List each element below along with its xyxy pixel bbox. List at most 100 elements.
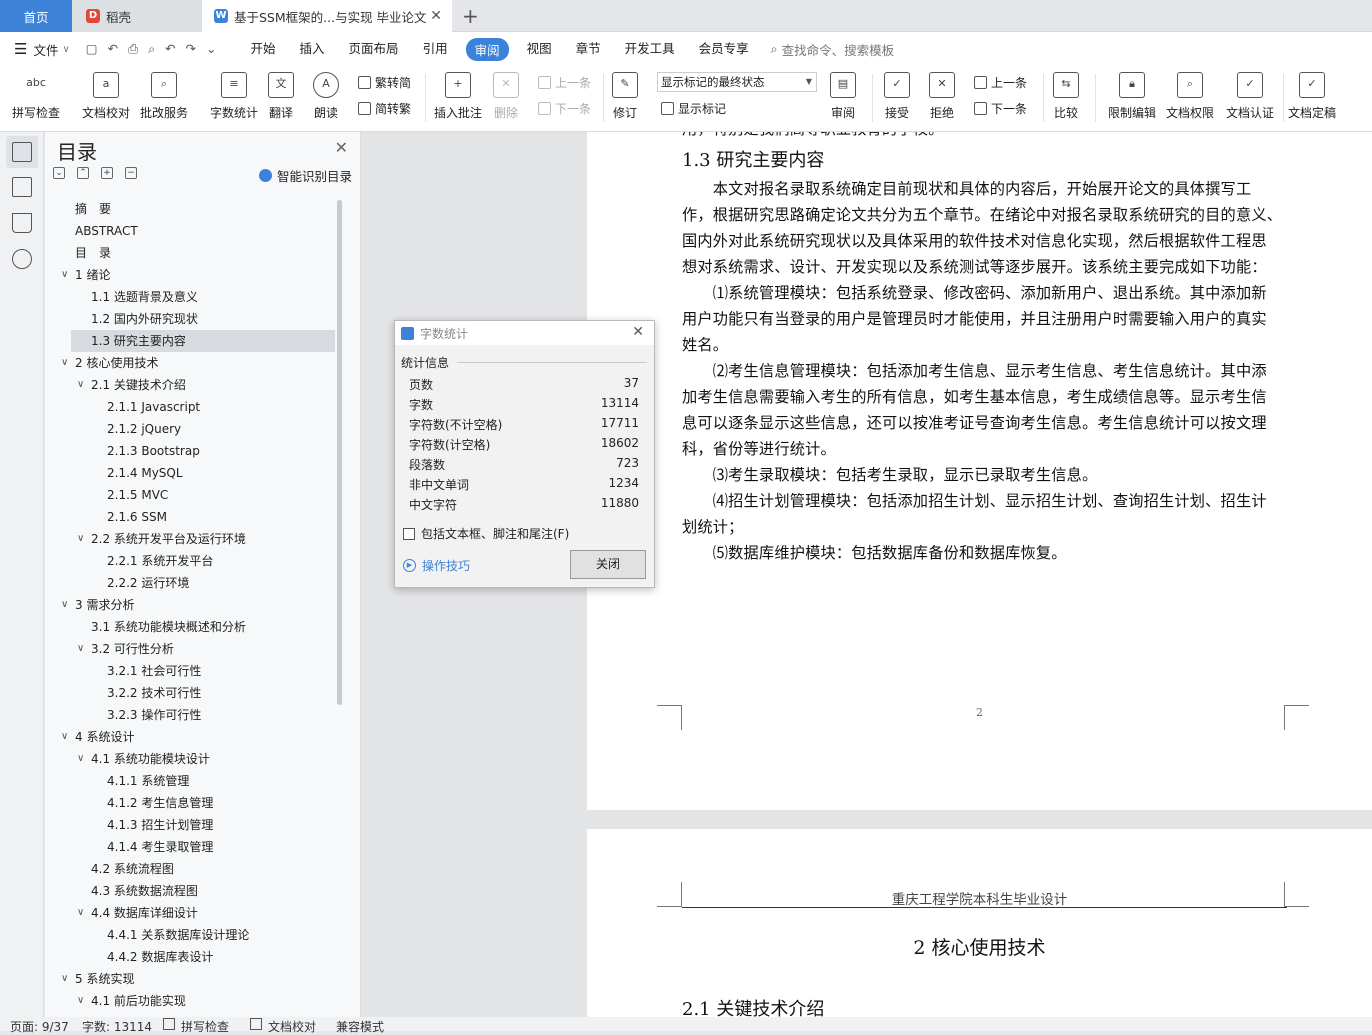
accept-button[interactable]: ✓ 接受 xyxy=(884,72,910,121)
toc-scrollbar[interactable] xyxy=(337,200,342,705)
compare-button[interactable]: ⇆ 比较 xyxy=(1053,72,1079,121)
chevron-down-icon[interactable]: ∨ xyxy=(61,968,68,990)
chevron-down-icon[interactable]: ∨ xyxy=(62,44,69,55)
collapse-all-icon[interactable]: ⌄ xyxy=(53,167,65,179)
revise-button[interactable]: ✎ 修订 xyxy=(612,72,638,121)
chevron-down-icon[interactable]: ∨ xyxy=(77,748,84,770)
toc-item[interactable]: 4.1.2 考生信息管理 xyxy=(45,792,335,814)
markup-state-select[interactable]: 显示标记的最终状态 ▼ xyxy=(657,72,817,92)
toc-item[interactable]: ∨ 4.1 系统功能模块设计 xyxy=(45,748,335,770)
review-pane-button[interactable]: ▤ 审阅 xyxy=(830,72,856,121)
bookmark-icon[interactable] xyxy=(12,213,32,233)
page-indicator[interactable]: 页面: 9/37 xyxy=(10,1018,69,1035)
chevron-down-icon[interactable]: ∨ xyxy=(77,902,84,924)
menu-tab[interactable]: 审阅 xyxy=(465,37,509,61)
simp-to-trad-button[interactable]: 简转繁 xyxy=(358,100,411,117)
toc-item[interactable]: 4.3 系统数据流程图 xyxy=(45,880,335,902)
toc-item[interactable]: 3.2.3 操作可行性 xyxy=(45,704,335,726)
toc-panel-icon[interactable] xyxy=(12,142,32,162)
word-count-button[interactable]: ≡ 字数统计 xyxy=(210,72,258,121)
toc-item[interactable]: ∨ 2.1 关键技术介绍 xyxy=(45,374,335,396)
toc-item[interactable]: 摘 要 xyxy=(45,198,335,220)
toc-item[interactable]: 4.1.3 招生计划管理 xyxy=(45,814,335,836)
toc-item[interactable]: 2.1.2 jQuery xyxy=(45,418,335,440)
spellcheck-button[interactable]: abc 拼写检查 xyxy=(12,72,60,121)
toc-item[interactable]: 3.2.2 技术可行性 xyxy=(45,682,335,704)
delete-comment-button[interactable]: ✕ 删除 xyxy=(493,72,519,121)
toc-item[interactable]: ∨ 2 核心使用技术 xyxy=(45,352,335,374)
toc-item[interactable]: ∨ 3 需求分析 xyxy=(45,594,335,616)
new-tab-button[interactable]: + xyxy=(462,0,479,32)
toc-item[interactable]: ∨ 2.2 系统开发平台及运行环境 xyxy=(45,528,335,550)
translate-button[interactable]: 文翻译 xyxy=(268,72,294,121)
toc-item[interactable]: 3.1 系统功能模块概述和分析 xyxy=(45,616,335,638)
toc-item[interactable]: 4.2 系统流程图 xyxy=(45,858,335,880)
prev-comment-button[interactable]: 上一条 xyxy=(538,74,591,91)
dialog-titlebar[interactable]: 字数统计 xyxy=(395,321,654,345)
toc-item[interactable]: ∨ 4.4 数据库详细设计 xyxy=(45,902,335,924)
include-footnotes-checkbox[interactable]: 包括文本框、脚注和尾注(F) xyxy=(403,525,569,542)
chevron-down-icon[interactable]: ∨ xyxy=(61,594,68,616)
close-button[interactable]: 关闭 xyxy=(570,550,646,579)
hamburger-icon[interactable]: ☰ xyxy=(14,40,27,58)
doc-auth-button[interactable]: ✓ 文档认证 xyxy=(1226,72,1274,121)
menu-tab[interactable]: 会员专享 xyxy=(699,38,749,61)
toc-item[interactable]: 4.1.4 考生录取管理 xyxy=(45,836,335,858)
toc-item[interactable]: 2.1.1 Javascript xyxy=(45,396,335,418)
toc-item[interactable]: 2.2.2 运行环境 xyxy=(45,572,335,594)
toc-item[interactable]: 2.1.5 MVC xyxy=(45,484,335,506)
nav-panel-icon[interactable] xyxy=(12,177,32,197)
toc-item[interactable]: 目 录 xyxy=(45,242,335,264)
toc-item[interactable]: ∨ 1 绪论 xyxy=(45,264,335,286)
chevron-down-icon[interactable]: ∨ xyxy=(77,990,84,1008)
toc-item[interactable]: 3.2.1 社会可行性 xyxy=(45,660,335,682)
spellcheck-status[interactable]: 拼写检查 xyxy=(181,1018,229,1035)
toc-item[interactable]: 1.2 国内外研究现状 xyxy=(45,308,335,330)
doc-proof-button[interactable]: a 文档校对 xyxy=(82,72,130,121)
doc-rights-button[interactable]: ⌕ 文档权限 xyxy=(1166,72,1214,121)
next-comment-button[interactable]: 下一条 xyxy=(538,100,591,117)
trad-to-simp-button[interactable]: 繁转简 xyxy=(358,74,411,91)
doc-final-button[interactable]: ✓ 文档定稿 xyxy=(1288,72,1336,121)
show-markup-button[interactable]: 显示标记 xyxy=(661,100,726,117)
smart-toc-button[interactable]: 智能识别目录 xyxy=(258,166,352,185)
reject-button[interactable]: ✕ 拒绝 xyxy=(929,72,955,121)
tab-home[interactable]: 首页 xyxy=(0,0,72,32)
toc-item[interactable]: 4.1.1 系统管理 xyxy=(45,770,335,792)
chevron-down-icon[interactable]: ∨ xyxy=(77,528,84,550)
chevron-down-icon[interactable]: ∨ xyxy=(61,264,68,286)
toc-item[interactable]: 1.1 选题背景及意义 xyxy=(45,286,335,308)
revise-service-button[interactable]: ⌕ 批改服务 xyxy=(140,72,188,121)
toc-item[interactable]: 1.3 研究主要内容 xyxy=(71,330,335,352)
command-search[interactable]: 查找命令、搜索模板 xyxy=(782,40,895,59)
menu-tab[interactable]: 开发工具 xyxy=(625,38,675,61)
menu-tab[interactable]: 视图 xyxy=(527,38,552,61)
toc-item[interactable]: ∨ 4 系统设计 xyxy=(45,726,335,748)
next-change-button[interactable]: 下一条 xyxy=(974,100,1027,117)
tab-document[interactable]: W 基于SSM框架的...与实现 毕业论文 ✕ xyxy=(202,0,452,32)
expand-up-icon[interactable]: ⌃ xyxy=(77,167,89,179)
tips-link[interactable]: ▶ 操作技巧 xyxy=(403,557,470,574)
menu-tab[interactable]: 引用 xyxy=(423,38,448,61)
toc-item[interactable]: 4.4.2 数据库表设计 xyxy=(45,946,335,968)
prev-change-button[interactable]: 上一条 xyxy=(974,74,1027,91)
toc-item[interactable]: 4.4.1 关系数据库设计理论 xyxy=(45,924,335,946)
toc-item[interactable]: 2.1.3 Bootstrap xyxy=(45,440,335,462)
menu-tab[interactable]: 插入 xyxy=(300,38,325,61)
quick-access-icons[interactable]: ▢↶⎙⌕↶↷⌄ xyxy=(86,41,227,57)
read-aloud-button[interactable]: A 朗读 xyxy=(313,72,339,121)
chevron-down-icon[interactable]: ∨ xyxy=(61,352,68,374)
search-icon[interactable] xyxy=(12,249,32,269)
insert-comment-button[interactable]: + 插入批注 xyxy=(434,72,482,121)
toc-item[interactable]: ∨ 3.2 可行性分析 xyxy=(45,638,335,660)
remove-heading-icon[interactable]: − xyxy=(125,167,137,179)
close-icon[interactable]: ✕ xyxy=(335,138,348,157)
close-icon[interactable]: ✕ xyxy=(632,324,644,340)
toc-item[interactable]: ∨ 4.1 前后功能实现 xyxy=(45,990,335,1008)
search-icon[interactable]: ⌕ xyxy=(771,41,778,57)
toc-item[interactable]: 2.1.4 MySQL xyxy=(45,462,335,484)
word-count-indicator[interactable]: 字数: 13114 xyxy=(82,1018,152,1035)
toc-item[interactable]: ABSTRACT xyxy=(45,220,335,242)
add-heading-icon[interactable]: + xyxy=(101,167,113,179)
chevron-down-icon[interactable]: ∨ xyxy=(61,726,68,748)
